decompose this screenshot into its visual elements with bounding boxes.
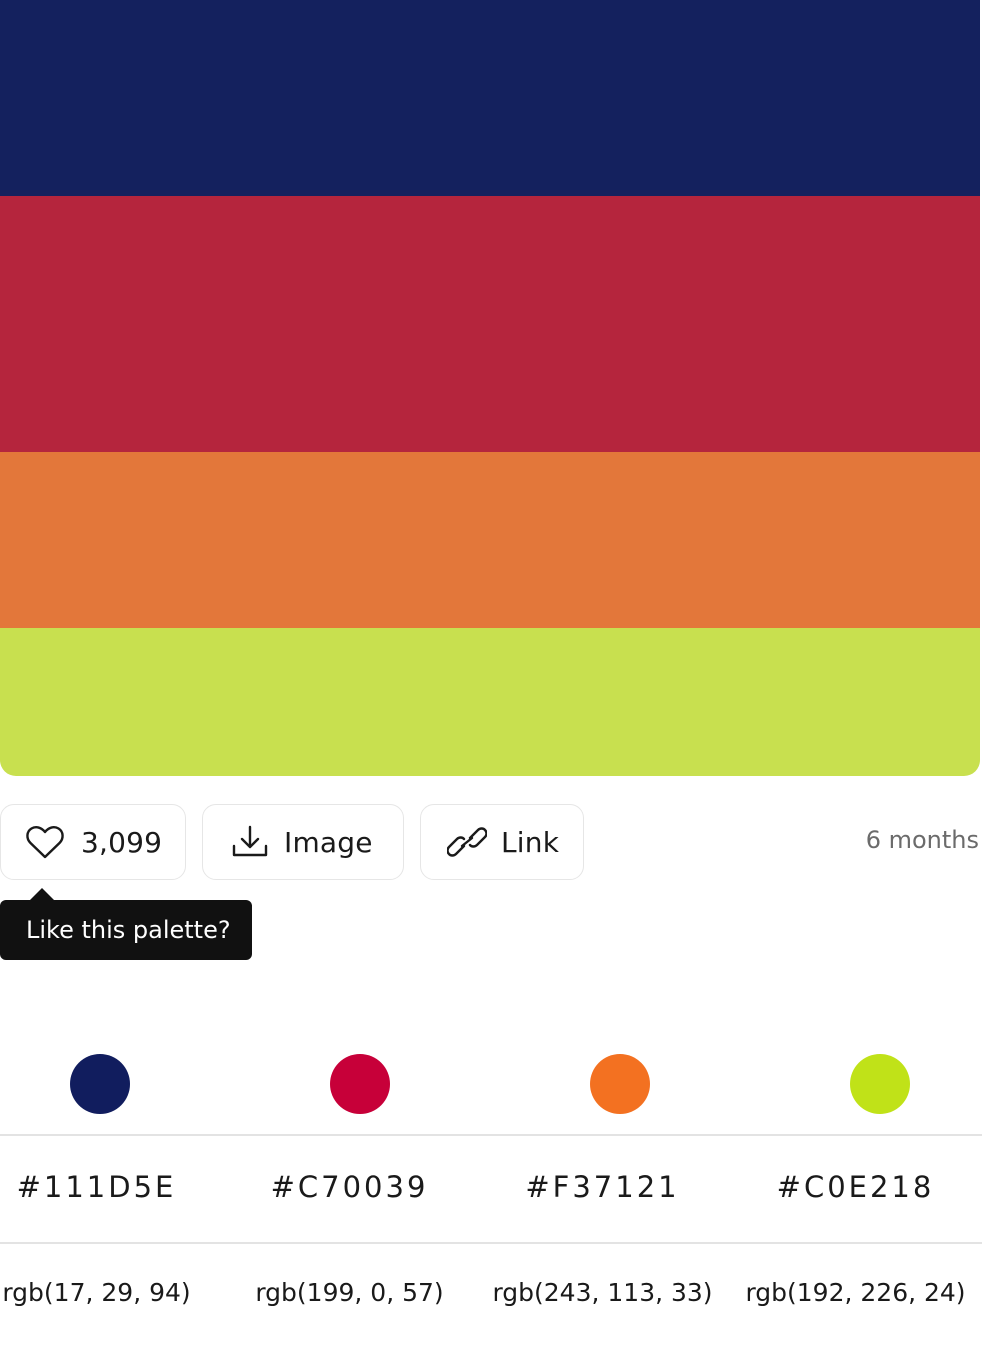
color-dot-4[interactable] [850,1054,910,1114]
rgb-values-row: rgb(17, 29, 94) rgb(199, 0, 57) rgb(243,… [0,1278,982,1307]
heart-icon [25,822,65,862]
like-tooltip: Like this palette? [0,900,252,960]
rgb-value-1[interactable]: rgb(17, 29, 94) [0,1278,223,1307]
tooltip-text: Like this palette? [26,916,231,944]
link-icon [447,822,487,862]
hex-values-row: #111D5E #C70039 #F37121 #C0E218 [0,1170,982,1204]
palette-swatch-4[interactable] [0,628,980,776]
rgb-value-3[interactable]: rgb(243, 113, 33) [476,1278,729,1307]
color-dot-2[interactable] [330,1054,390,1114]
palette-swatch-1[interactable] [0,0,980,196]
palette-age: 6 months [865,826,979,854]
palette-swatch-3[interactable] [0,452,980,628]
copy-link-button[interactable]: Link [420,804,584,880]
divider [0,1242,982,1244]
palette-preview[interactable] [0,0,980,776]
color-dot-3[interactable] [590,1054,650,1114]
color-dot-1[interactable] [70,1054,130,1114]
like-button[interactable]: 3,099 [0,804,186,880]
hex-value-2[interactable]: #C70039 [223,1170,476,1204]
tooltip-arrow [30,888,54,900]
rgb-value-2[interactable]: rgb(199, 0, 57) [223,1278,476,1307]
palette-swatch-2[interactable] [0,196,980,452]
color-dots-row [0,1054,982,1114]
divider [0,1134,982,1136]
copy-link-label: Link [501,825,560,859]
like-count: 3,099 [81,825,163,859]
hex-value-4[interactable]: #C0E218 [729,1170,982,1204]
download-image-button[interactable]: Image [202,804,404,880]
download-image-label: Image [284,825,373,859]
hex-value-3[interactable]: #F37121 [476,1170,729,1204]
download-icon [230,822,270,862]
hex-value-1[interactable]: #111D5E [0,1170,223,1204]
rgb-value-4[interactable]: rgb(192, 226, 24) [729,1278,982,1307]
